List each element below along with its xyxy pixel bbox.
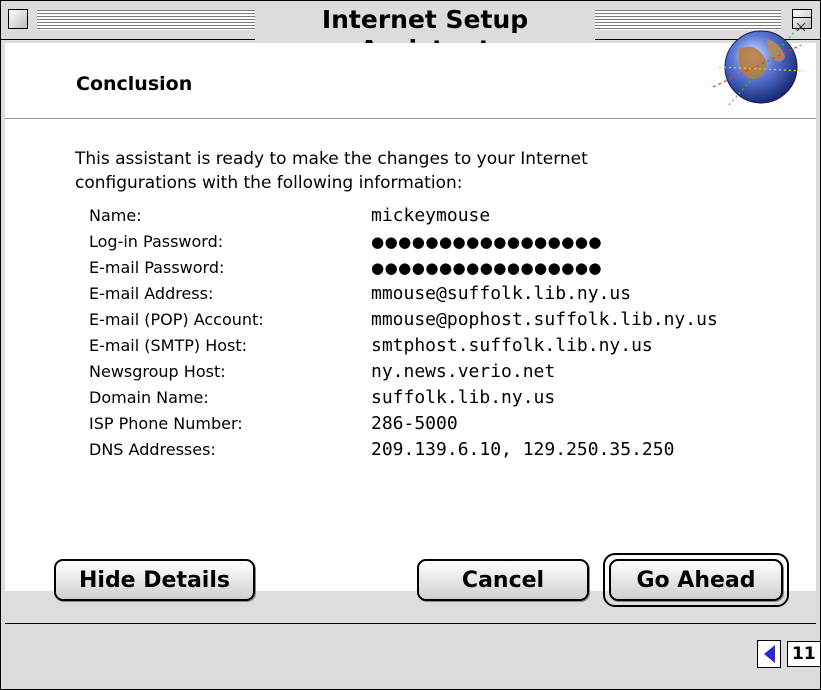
detail-value: smtphost.suffolk.lib.ny.us xyxy=(371,335,653,356)
detail-label: Name: xyxy=(89,206,142,225)
detail-label: E-mail (POP) Account: xyxy=(89,310,264,329)
detail-value: mmouse@pophost.suffolk.lib.ny.us xyxy=(371,309,718,330)
triangle-left-icon xyxy=(763,645,775,663)
detail-value: 209.139.6.10, 129.250.35.250 xyxy=(371,439,675,460)
intro-text: This assistant is ready to make the chan… xyxy=(75,147,695,195)
page-navigation: 11 xyxy=(757,638,821,670)
detail-label: Log-in Password: xyxy=(89,232,224,251)
go-ahead-button[interactable]: Go Ahead xyxy=(609,559,783,601)
previous-page-button[interactable] xyxy=(757,640,781,668)
detail-value: mickeymouse xyxy=(371,205,491,226)
detail-value: 286-5000 xyxy=(371,413,458,434)
detail-value: suffolk.lib.ny.us xyxy=(371,387,556,408)
detail-label: DNS Addresses: xyxy=(89,440,216,459)
page-number: 11 xyxy=(787,641,821,667)
detail-value: mmouse@suffolk.lib.ny.us xyxy=(371,283,632,304)
detail-value: ●●●●●●●●●●●●●●●●● xyxy=(371,259,603,277)
intro-line-1: This assistant is ready to make the chan… xyxy=(75,149,588,169)
intro-line-2: configurations with the following inform… xyxy=(75,173,463,193)
detail-label: E-mail Address: xyxy=(89,284,214,303)
detail-label: ISP Phone Number: xyxy=(89,414,243,433)
detail-value: ●●●●●●●●●●●●●●●●● xyxy=(371,233,603,251)
bottom-bar: 11 xyxy=(5,623,821,686)
title-bar-stripes-left xyxy=(37,10,255,30)
detail-label: Newsgroup Host: xyxy=(89,362,226,381)
hide-details-button[interactable]: Hide Details xyxy=(54,559,255,601)
detail-label: E-mail (SMTP) Host: xyxy=(89,336,248,355)
detail-label: E-mail Password: xyxy=(89,258,225,277)
section-title: Conclusion xyxy=(76,73,193,95)
detail-label: Domain Name: xyxy=(89,388,209,407)
close-box-icon[interactable] xyxy=(8,9,28,29)
content-panel: This assistant is ready to make the chan… xyxy=(5,119,816,591)
cancel-button[interactable]: Cancel xyxy=(417,559,589,601)
title-bar[interactable]: Internet Setup Assistant xyxy=(1,1,820,65)
setup-assistant-window: Internet Setup Assistant Conclusion This… xyxy=(0,0,821,690)
header-panel: Conclusion xyxy=(5,43,816,119)
detail-value: ny.news.verio.net xyxy=(371,361,556,382)
internet-globe-icon xyxy=(712,22,806,106)
